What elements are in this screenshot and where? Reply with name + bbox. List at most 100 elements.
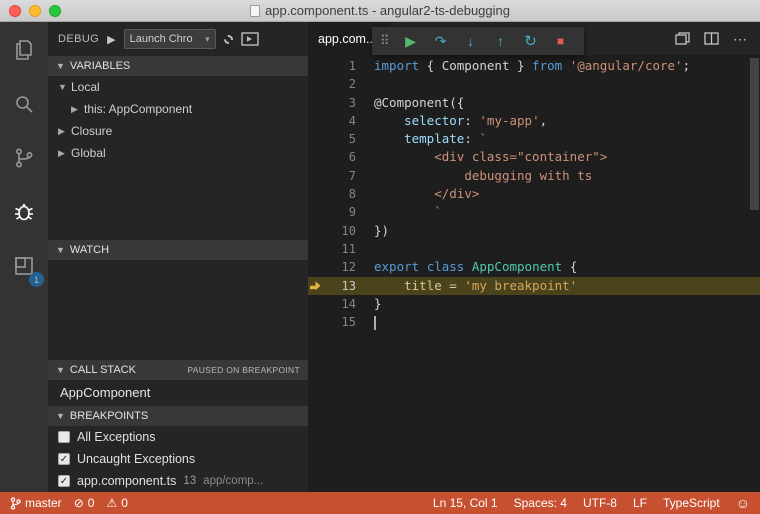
line-number: 3 [322,94,356,112]
code-line-5[interactable]: 5 template: ` [308,130,760,148]
line-number: 6 [322,148,356,166]
code-line-4[interactable]: 4 selector: 'my-app', [308,112,760,130]
more-actions-icon[interactable]: ⋯ [733,34,748,44]
open-to-side-icon[interactable] [675,32,690,45]
call-stack-list: AppComponent [48,380,308,406]
code-text: title = 'my breakpoint' [356,277,577,295]
warning-count[interactable]: ⚠ 0 [106,496,127,510]
step-into-icon[interactable]: ↓ [456,29,486,53]
variable-tree-item[interactable]: ▶this: AppComponent [48,98,308,120]
error-icon: ⊘ [74,497,84,509]
code-text: selector: 'my-app', [356,112,547,130]
document-icon [250,5,260,17]
step-out-icon[interactable]: ↑ [486,29,516,53]
variable-tree-item[interactable]: ▶Closure [48,120,308,142]
code-line-12[interactable]: 12export class AppComponent { [308,258,760,276]
watch-list [48,260,308,360]
watch-section-header[interactable]: ▼ WATCH [48,240,308,260]
breakpoint-checkbox[interactable]: ✓ [58,453,70,465]
error-count[interactable]: ⊘ 0 [74,496,95,510]
activity-explorer-icon[interactable] [10,36,38,64]
code-text: </div> [356,185,479,203]
line-number: 14 [322,295,356,313]
restart-icon[interactable]: ↻ [516,29,546,53]
code-line-8[interactable]: 8 </div> [308,185,760,203]
continue-icon[interactable]: ▶ [396,29,426,53]
toolbar-drag-handle[interactable]: ⠿ [380,33,390,49]
breakpoint-item[interactable]: ✓app.component.ts13app/comp... [48,470,308,492]
breakpoint-file-path: app/comp... [203,475,263,487]
variable-label: this: AppComponent [84,102,192,116]
breakpoint-checkbox[interactable]: ✓ [58,475,70,487]
window-title: app.component.ts - angular2-ts-debugging [265,3,510,18]
activity-debug-icon[interactable] [10,198,38,226]
breakpoint-checkbox[interactable] [58,431,70,443]
line-number: 13 [322,277,356,295]
chevron-down-icon: ▼ [56,61,65,71]
breakpoint-label: All Exceptions [77,430,156,444]
git-branch-status[interactable]: master [10,496,62,510]
editor-scrollbar[interactable] [750,58,759,210]
activity-extensions-icon[interactable]: 1 [10,252,38,280]
status-eol[interactable]: LF [633,496,647,510]
code-line-7[interactable]: 7 debugging with ts [308,167,760,185]
variable-tree-item[interactable]: ▶ Global [48,142,308,164]
chevron-down-icon: ▼ [58,82,66,92]
code-line-14[interactable]: 14} [308,295,760,313]
text-cursor [374,316,376,330]
breakpoints-section-header[interactable]: ▼ BREAKPOINTS [48,406,308,426]
status-indentation[interactable]: Spaces: 4 [514,496,567,510]
step-over-icon[interactable]: ↷ [426,29,456,53]
status-encoding[interactable]: UTF-8 [583,496,617,510]
activity-search-icon[interactable] [10,90,38,118]
debug-panel-title: DEBUG [58,33,99,45]
code-line-11[interactable]: 11 [308,240,760,258]
code-editor[interactable]: 1import { Component } from '@angular/cor… [308,55,760,492]
launch-config-value: Launch Chro [130,33,193,45]
status-line-col[interactable]: Ln 15, Col 1 [433,496,498,510]
code-text: import { Component } from '@angular/core… [356,57,690,75]
debug-controls: DEBUG ▶ Launch Chro ▾ [48,22,308,56]
configure-gear-icon[interactable] [224,35,233,44]
code-line-3[interactable]: 3@Component({ [308,94,760,112]
variable-tree-item[interactable]: ▼Local [48,76,308,98]
line-number: 5 [322,130,356,148]
chevron-down-icon: ▼ [56,365,65,375]
line-number: 4 [322,112,356,130]
code-line-9[interactable]: 9 ` [308,203,760,221]
code-line-13[interactable]: 13 title = 'my breakpoint' [308,277,760,295]
debug-console-icon[interactable] [241,32,259,46]
variables-section-header[interactable]: ▼ VARIABLES [48,56,308,76]
line-number: 1 [322,57,356,75]
line-number: 12 [322,258,356,276]
breakpoint-label: Uncaught Exceptions [77,452,195,466]
variable-label: Global [71,146,106,160]
title-bar: app.component.ts - angular2-ts-debugging [0,0,760,22]
feedback-smiley-icon[interactable]: ☺ [736,495,750,511]
chevron-down-icon: ▾ [205,34,210,45]
window-title-area: app.component.ts - angular2-ts-debugging [0,3,760,18]
breakpoint-item[interactable]: All Exceptions [48,426,308,448]
launch-config-dropdown[interactable]: Launch Chro ▾ [124,29,216,49]
line-number: 2 [322,75,356,93]
split-editor-icon[interactable] [704,32,719,45]
debug-toolbar: ⠿ ▶↷↓↑↻■ [372,27,584,55]
call-stack-section-header[interactable]: ▼ CALL STACK PAUSED ON BREAKPOINT [48,360,308,380]
code-line-1[interactable]: 1import { Component } from '@angular/cor… [308,57,760,75]
stop-icon[interactable]: ■ [546,29,576,53]
breakpoint-item[interactable]: ✓ Uncaught Exceptions [48,448,308,470]
code-line-2[interactable]: 2 [308,75,760,93]
code-text: }) [356,222,389,240]
activity-source-control-icon[interactable] [10,144,38,172]
breakpoint-gutter[interactable] [308,281,322,290]
status-language[interactable]: TypeScript [663,496,720,510]
start-debugging-button[interactable]: ▶ [107,33,115,46]
code-line-6[interactable]: 6 <div class="container"> [308,148,760,166]
chevron-right-icon: ▶ [58,148,66,159]
execution-pointer-icon [310,281,321,290]
code-text: ` [356,203,442,221]
code-line-10[interactable]: 10}) [308,222,760,240]
code-line-15[interactable]: 15 [308,313,760,331]
call-stack-frame[interactable]: AppComponent [48,380,308,404]
editor-group: app.com... ⋯ ⠿ ▶↷↓↑↻■ 1import { Componen… [308,22,760,492]
